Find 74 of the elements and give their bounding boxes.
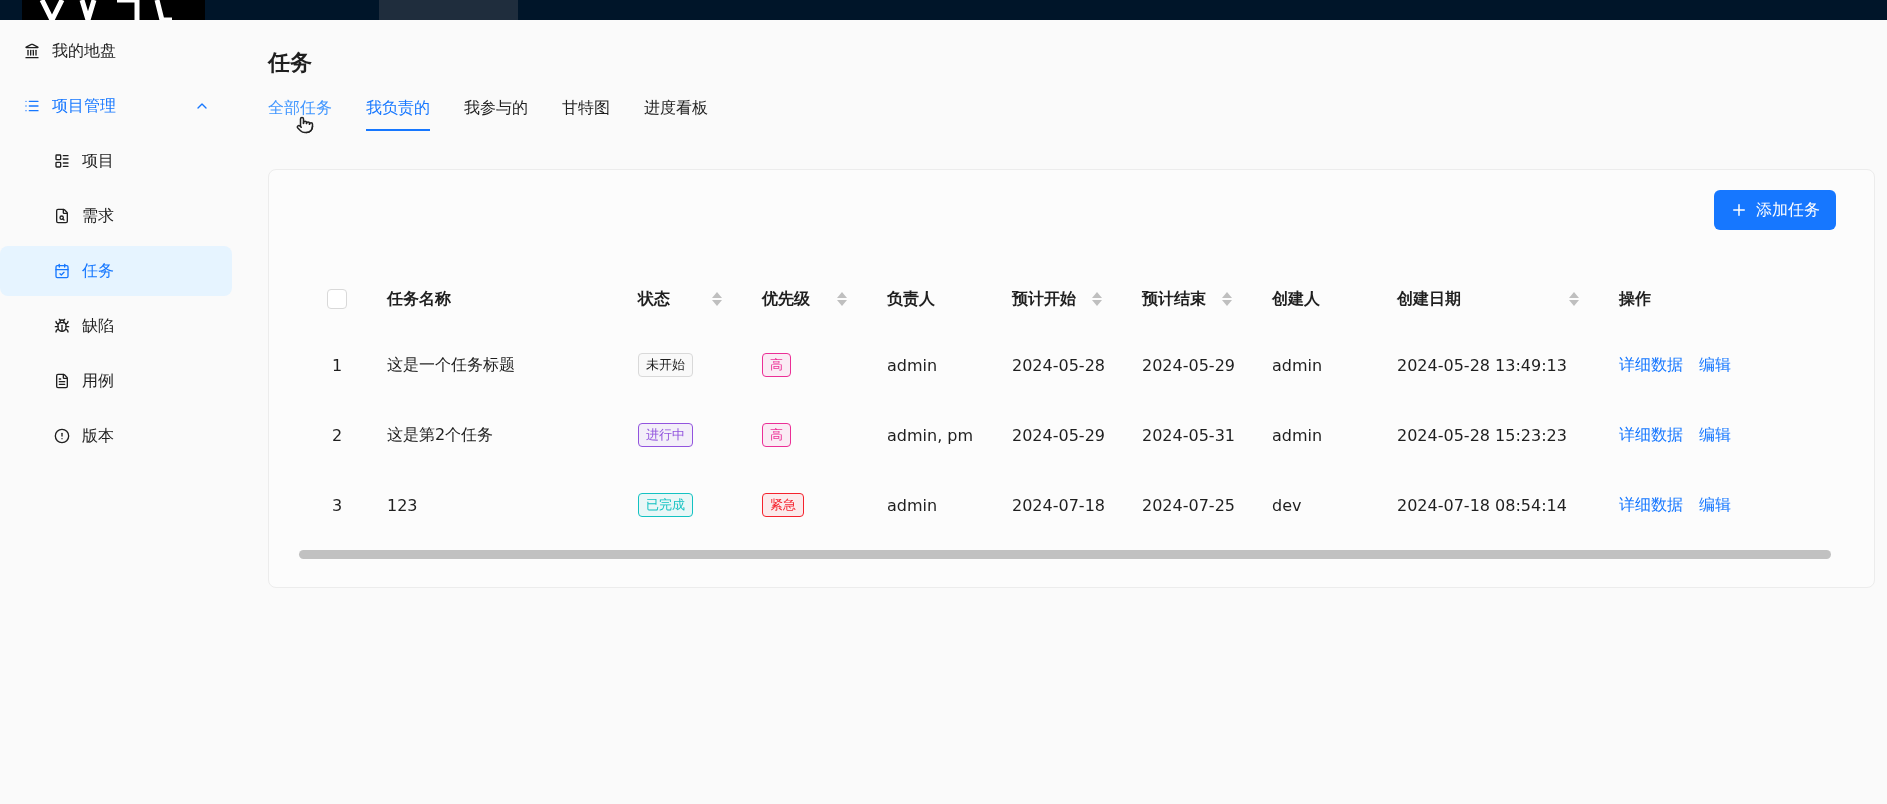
sidebar-item[interactable]: 项目管理 (0, 81, 232, 131)
table-cell-text: dev (1271, 495, 1303, 515)
column-header: 创建日期 (1397, 288, 1461, 310)
horizontal-scrollbar[interactable] (299, 550, 1831, 559)
tab[interactable]: 甘特图 (562, 92, 610, 131)
add-task-button[interactable]: 添加任务 (1714, 190, 1836, 230)
table-cell-text: 2024-05-28 (1011, 355, 1106, 375)
sort-icon[interactable] (837, 290, 847, 308)
table-cell-text: 2024-05-31 (1141, 425, 1236, 445)
table-cell-text: 2024-05-28 13:49:13 (1396, 355, 1568, 375)
table-cell-text: admin (886, 355, 939, 375)
column-header: 创建人 (1272, 288, 1320, 310)
action-link[interactable]: 详细数据 (1619, 494, 1683, 514)
plus-icon (1730, 201, 1748, 219)
hand-cursor-icon (296, 116, 314, 134)
sort-icon[interactable] (1092, 290, 1102, 308)
status-tag: 已完成 (638, 493, 693, 517)
sidebar-item[interactable]: 版本 (0, 411, 232, 461)
column-header: 负责人 (887, 288, 935, 310)
table-cell-text: 2024-07-18 08:54:14 (1396, 495, 1568, 515)
sidebar-item[interactable]: 我的地盘 (0, 26, 232, 76)
status-tag: 未开始 (638, 353, 693, 377)
alert-icon (54, 428, 70, 444)
column-header: 状态 (638, 288, 670, 310)
priority-tag: 紧急 (762, 493, 804, 517)
table-cell-text: 2024-07-18 (1011, 495, 1106, 515)
priority-tag: 高 (762, 423, 791, 447)
tab[interactable]: 我负责的 (366, 92, 430, 131)
sidebar-item[interactable]: 任务 (0, 246, 232, 296)
column-header: 操作 (1619, 288, 1651, 310)
page-title: 任务 (268, 49, 313, 77)
sort-icon[interactable] (712, 290, 722, 308)
status-tag: 进行中 (638, 423, 693, 447)
sidebar-item[interactable]: 项目 (0, 136, 232, 186)
sort-icon[interactable] (1222, 290, 1232, 308)
table-cell-text: admin, pm (886, 425, 975, 445)
table-cell-text: 这是第2个任务 (386, 424, 495, 446)
sort-icon[interactable] (1569, 290, 1579, 308)
row-number: 2 (330, 425, 344, 445)
list-icon (54, 153, 70, 169)
action-link[interactable]: 编辑 (1699, 494, 1731, 514)
sidebar-item[interactable]: 用例 (0, 356, 232, 406)
action-link[interactable]: 编辑 (1699, 354, 1731, 374)
action-link[interactable]: 编辑 (1699, 424, 1731, 444)
column-header: 预计结束 (1142, 288, 1206, 310)
table-cell-text: 123 (386, 495, 419, 515)
table-cell-text: admin (1271, 355, 1324, 375)
bug-icon (54, 318, 70, 334)
bank-icon (24, 43, 40, 59)
sidebar-item[interactable]: 缺陷 (0, 301, 232, 351)
calendar-check-icon (54, 263, 70, 279)
table-cell-text: 2024-05-29 (1011, 425, 1106, 445)
tab[interactable]: 我参与的 (464, 92, 528, 131)
action-link[interactable]: 详细数据 (1619, 354, 1683, 374)
sidebar-item[interactable]: 需求 (0, 191, 232, 241)
action-link[interactable]: 详细数据 (1619, 424, 1683, 444)
list-icon (24, 98, 40, 114)
column-header: 优先级 (762, 288, 810, 310)
row-number: 1 (330, 355, 344, 375)
document-icon (54, 208, 70, 224)
table-cell-text: 2024-07-25 (1141, 495, 1236, 515)
row-number: 3 (330, 495, 344, 515)
table-cell-text: admin (886, 495, 939, 515)
table-cell-text: 2024-05-29 (1141, 355, 1236, 375)
table-cell-text: admin (1271, 425, 1324, 445)
priority-tag: 高 (762, 353, 791, 377)
table-cell-text: 这是一个任务标题 (386, 354, 516, 376)
column-header: 任务名称 (387, 288, 451, 310)
document-icon (54, 373, 70, 389)
table-cell-text: 2024-05-28 15:23:23 (1396, 425, 1568, 445)
tab[interactable]: 全部任务 (268, 92, 332, 131)
select-all-checkbox[interactable] (327, 289, 347, 309)
tab[interactable]: 进度看板 (644, 92, 708, 131)
column-header: 预计开始 (1012, 288, 1076, 310)
